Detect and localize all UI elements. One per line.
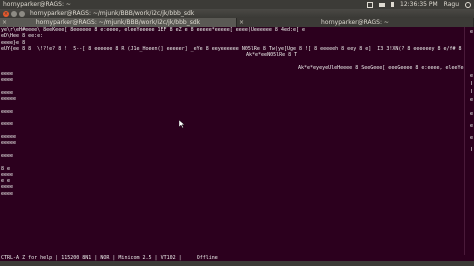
system-tray: 12:36:35 PM Ragu	[367, 1, 471, 8]
terminal-output[interactable]: ye\r\eH#eeee\ 8eeKeee[ 8eeeeee 8 e:eeee,…	[0, 27, 464, 255]
terminal-line: eUY{ee 8 8 \!?!e? 8 ! 5--[ 8 eeeeee 8 R …	[1, 45, 464, 52]
scroll-glyph: e	[469, 135, 473, 141]
scroll-glyph: e	[469, 29, 473, 35]
top-panel: hornyparker@RAGS: ~ 12:36:35 PM Ragu	[0, 0, 474, 9]
mail-icon[interactable]	[379, 2, 386, 7]
close-tab-icon[interactable]: ×	[2, 19, 7, 26]
minimize-window-button[interactable]	[11, 10, 17, 17]
scroll-glyph: e	[469, 73, 473, 79]
terminal-line: eeee	[1, 190, 14, 197]
scroll-glyph: ǀ	[469, 81, 473, 87]
scroll-glyph: e	[469, 123, 473, 129]
scroll-glyph: ǀ	[469, 147, 473, 153]
user-menu[interactable]: Ragu	[444, 1, 459, 8]
volume-icon[interactable]	[391, 2, 395, 7]
mouse-pointer-icon	[179, 120, 185, 128]
gear-icon[interactable]	[465, 1, 471, 8]
network-icon[interactable]	[367, 1, 374, 8]
tab-label: hornyparker@RAGS: ~/mjunk/BBB/work/i2c/j…	[35, 19, 201, 26]
bottom-panel	[0, 261, 474, 266]
tab-bar: × hornyparker@RAGS: ~/mjunk/BBB/work/i2c…	[0, 18, 474, 27]
window-titlebar[interactable]: × hornyparker@RAGS: ~/mjunk/BBB/work/i2c…	[0, 9, 474, 18]
maximize-window-button[interactable]	[19, 10, 25, 17]
panel-app-title: hornyparker@RAGS: ~	[3, 1, 71, 8]
tab-label: hornyparker@RAGS: ~	[321, 19, 389, 26]
window-title: hornyparker@RAGS: ~/mjunk/BBB/work/i2c/j…	[30, 10, 195, 17]
close-window-button[interactable]: ×	[3, 10, 9, 17]
scroll-glyph: e	[469, 111, 473, 117]
scroll-glyph: e	[469, 97, 473, 103]
close-tab-icon[interactable]: ×	[239, 19, 244, 26]
clock[interactable]: 12:36:35 PM	[400, 1, 438, 8]
terminal-scrollbar[interactable]: e e ǀ ǀ e e e e ǀ	[464, 27, 474, 255]
tab-home[interactable]: × hornyparker@RAGS: ~	[237, 18, 474, 27]
tab-bbb-sdk[interactable]: × hornyparker@RAGS: ~/mjunk/BBB/work/i2c…	[0, 18, 237, 27]
scroll-glyph: ǀ	[469, 89, 473, 95]
